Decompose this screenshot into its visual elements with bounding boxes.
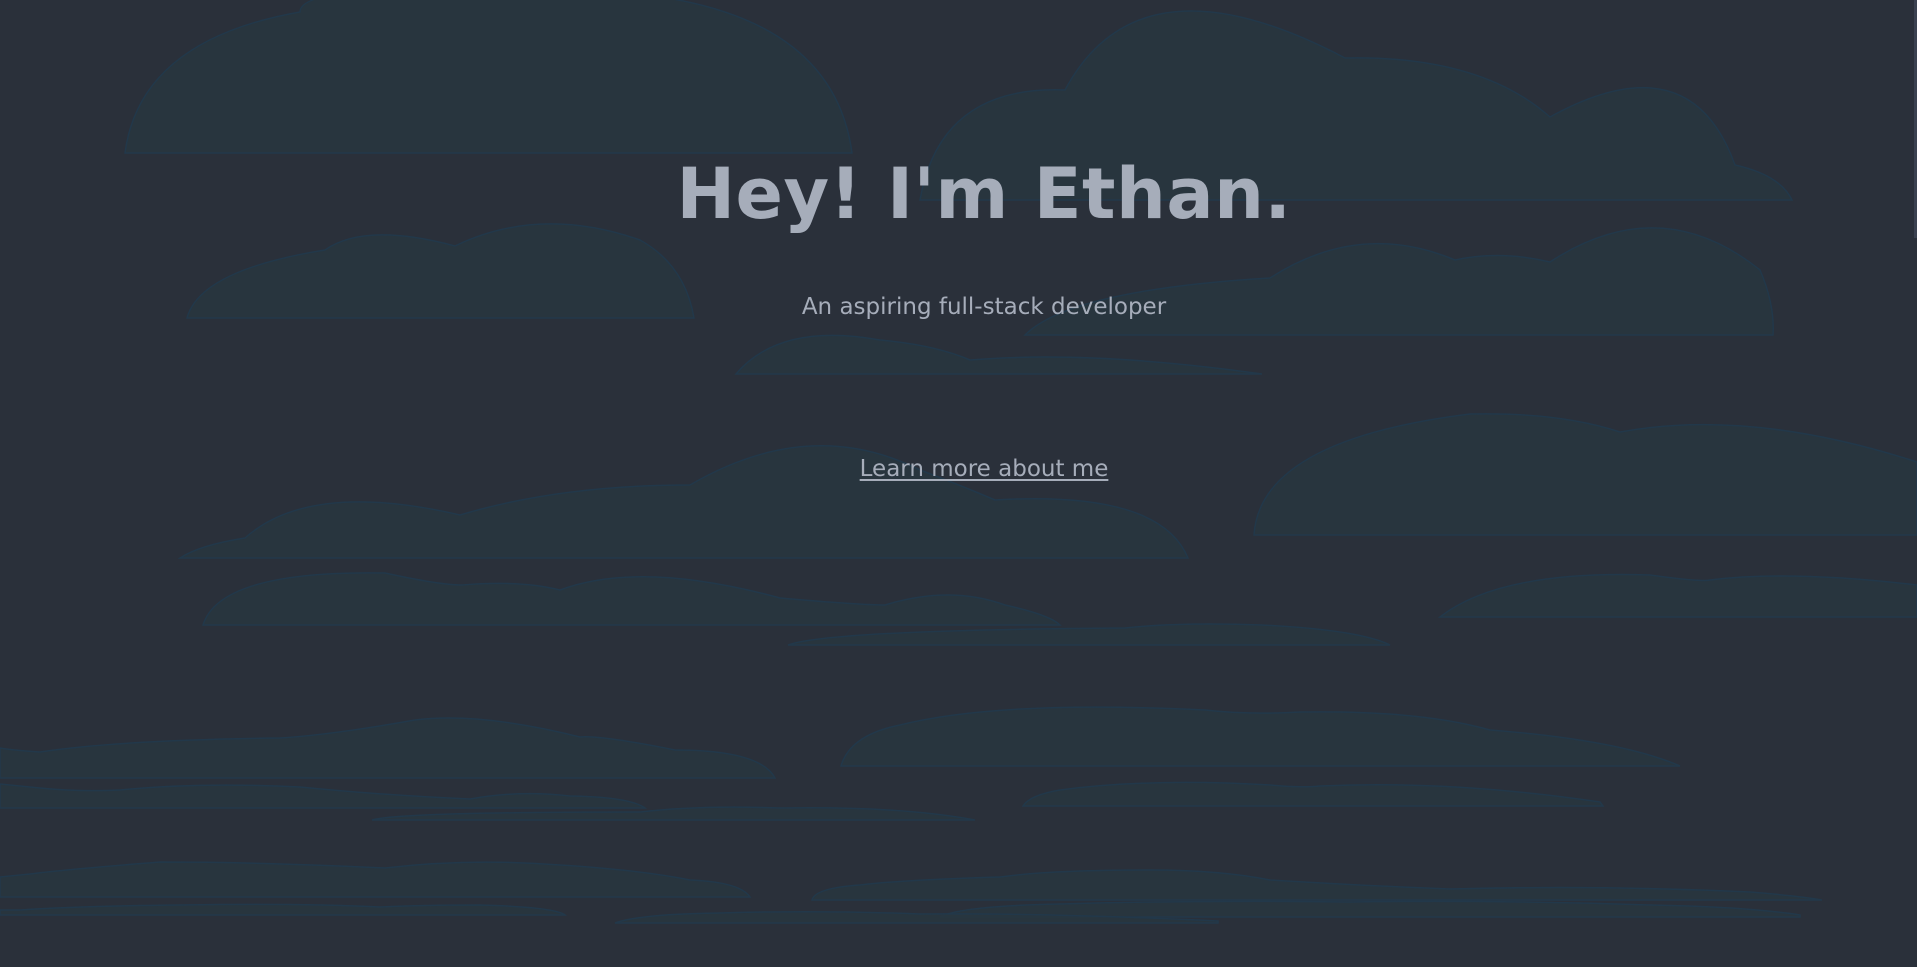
scrollbar[interactable]: [1913, 0, 1917, 967]
learn-more-link[interactable]: Learn more about me: [860, 456, 1109, 482]
hero-section: Hey! I'm Ethan. An aspiring full-stack d…: [0, 0, 1917, 967]
hero-subtitle: An aspiring full-stack developer: [801, 294, 1167, 320]
hero-title: Hey! I'm Ethan.: [676, 153, 1292, 235]
learn-more-container: Learn more about me: [0, 454, 1917, 484]
